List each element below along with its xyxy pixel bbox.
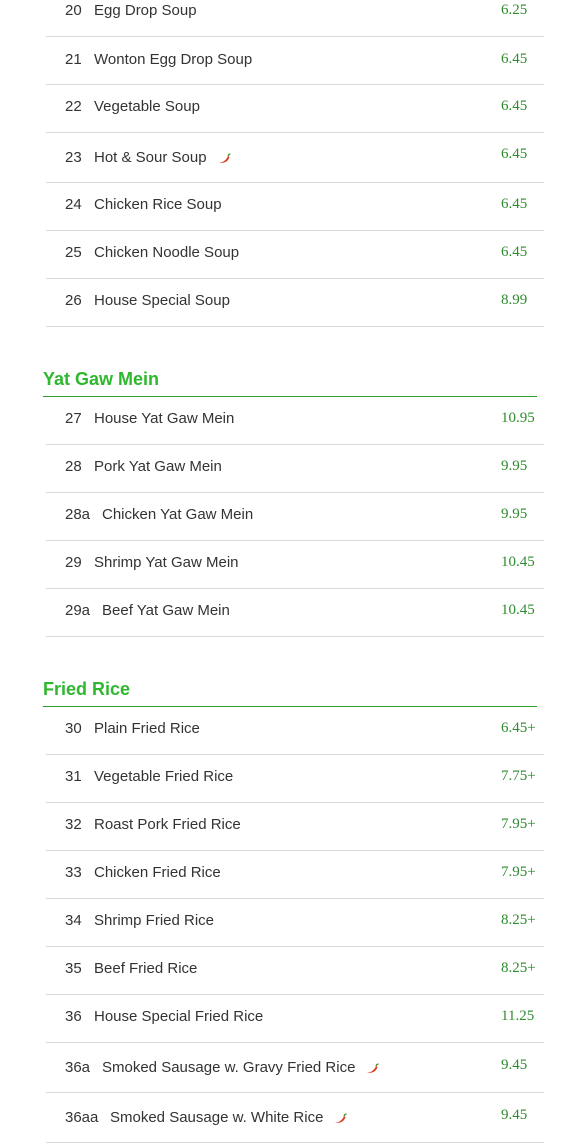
item-name-wrap: Smoked Sausage w. Gravy Fried Rice [102,1059,380,1076]
menu-item-row[interactable]: 36aa Smoked Sausage w. White Rice 9.45 [46,1093,544,1143]
item-name: Chicken Noodle Soup [94,244,240,261]
item-number: 28a [65,506,91,523]
item-price: 8.25+ [501,912,536,928]
item-number: 23 [65,149,82,166]
item-number: 25 [65,244,82,261]
item-name: Smoked Sausage w. Gravy Fried Rice [102,1059,356,1076]
item-number: 35 [65,960,82,977]
item-number: 36a [65,1059,91,1076]
item-price: 9.45 [501,1107,528,1123]
item-number: 34 [65,912,82,929]
item-name: House Special Soup [94,292,230,309]
item-number: 30 [65,720,82,737]
menu-item-row[interactable]: 21 Wonton Egg Drop Soup 6.45 [46,37,544,85]
item-name: Vegetable Soup [94,98,200,115]
menu-item-row[interactable]: 20 Egg Drop Soup 6.25 [46,0,544,37]
item-price: 6.45 [501,146,528,162]
item-price: 8.99 [501,292,528,308]
item-number: 32 [65,816,82,833]
item-name: House Special Fried Rice [94,1008,264,1025]
item-price: 10.95 [501,410,535,426]
item-name: Pork Yat Gaw Mein [94,458,222,475]
menu-item-row[interactable]: 29 Shrimp Yat Gaw Mein 10.45 [46,541,544,589]
item-price: 6.45+ [501,720,536,736]
menu-item-row[interactable]: 28a Chicken Yat Gaw Mein 9.95 [46,493,544,541]
item-name: Shrimp Yat Gaw Mein [94,554,239,571]
item-price: 7.95+ [501,816,536,832]
section-title: Yat Gaw Mein [43,359,537,397]
item-number: 27 [65,410,82,427]
item-name: Shrimp Fried Rice [94,912,215,929]
item-price: 6.45 [501,51,528,67]
item-price: 9.95 [501,506,528,522]
item-name: Hot & Sour Soup [94,149,207,166]
item-price: 9.95 [501,458,528,474]
item-price: 8.25+ [501,960,536,976]
item-name: House Yat Gaw Mein [94,410,235,427]
item-number: 26 [65,292,82,309]
menu-item-row[interactable]: 34 Shrimp Fried Rice 8.25+ [46,899,544,947]
item-name: Beef Yat Gaw Mein [102,602,230,619]
item-name: Roast Pork Fried Rice [94,816,241,833]
item-number: 29a [65,602,91,619]
red-chili-pepper-icon [367,1063,380,1073]
item-price: 10.45 [501,554,535,570]
menu-item-row[interactable]: 36 House Special Fried Rice 11.25 [46,995,544,1043]
item-price: 11.25 [501,1008,535,1024]
item-price: 7.75+ [501,768,536,784]
menu-item-row[interactable]: 28 Pork Yat Gaw Mein 9.95 [46,445,544,493]
item-price: 6.45 [501,244,528,260]
menu-item-row[interactable]: 31 Vegetable Fried Rice 7.75+ [46,755,544,803]
item-number: 31 [65,768,82,785]
menu-item-row[interactable]: 23 Hot & Sour Soup 6.45 [46,133,544,183]
item-number: 29 [65,554,82,571]
item-name: Chicken Fried Rice [94,864,221,881]
item-price: 6.45 [501,98,528,114]
menu-item-row[interactable]: 25 Chicken Noodle Soup 6.45 [46,231,544,279]
menu-item-row[interactable]: 33 Chicken Fried Rice 7.95+ [46,851,544,899]
menu-item-row[interactable]: 32 Roast Pork Fried Rice 7.95+ [46,803,544,851]
item-name: Plain Fried Rice [94,720,200,737]
item-price: 7.95+ [501,864,536,880]
menu-item-row[interactable]: 36a Smoked Sausage w. Gravy Fried Rice 9… [46,1043,544,1093]
menu-item-row[interactable]: 26 House Special Soup 8.99 [46,279,544,327]
item-number: 36 [65,1008,82,1025]
item-name: Vegetable Fried Rice [94,768,234,785]
red-chili-pepper-icon [218,153,231,163]
menu-item-row[interactable]: 35 Beef Fried Rice 8.25+ [46,947,544,995]
item-name: Egg Drop Soup [94,2,197,19]
menu-item-row[interactable]: 29a Beef Yat Gaw Mein 10.45 [46,589,544,637]
menu-item-row[interactable]: 30 Plain Fried Rice 6.45+ [46,707,544,755]
red-chili-pepper-icon [335,1113,348,1123]
item-number: 33 [65,864,82,881]
item-price: 6.25 [501,2,528,18]
menu-item-row[interactable]: 22 Vegetable Soup 6.45 [46,85,544,133]
menu-item-row[interactable]: 27 House Yat Gaw Mein 10.95 [46,397,544,445]
menu-item-row[interactable]: 24 Chicken Rice Soup 6.45 [46,183,544,231]
item-name-wrap: Hot & Sour Soup [94,149,231,166]
item-name-wrap: Smoked Sausage w. White Rice [110,1109,348,1126]
item-name: Beef Fried Rice [94,960,198,977]
item-number: 36aa [65,1109,99,1126]
item-name: Chicken Yat Gaw Mein [102,506,254,523]
item-number: 22 [65,98,82,115]
item-name: Wonton Egg Drop Soup [94,51,253,68]
item-price: 10.45 [501,602,535,618]
item-number: 24 [65,196,82,213]
item-number: 20 [65,2,82,19]
item-name: Chicken Rice Soup [94,196,222,213]
item-name: Smoked Sausage w. White Rice [110,1109,324,1126]
item-price: 9.45 [501,1057,528,1073]
item-number: 28 [65,458,82,475]
item-price: 6.45 [501,196,528,212]
item-number: 21 [65,51,82,68]
section-title: Fried Rice [43,669,537,707]
